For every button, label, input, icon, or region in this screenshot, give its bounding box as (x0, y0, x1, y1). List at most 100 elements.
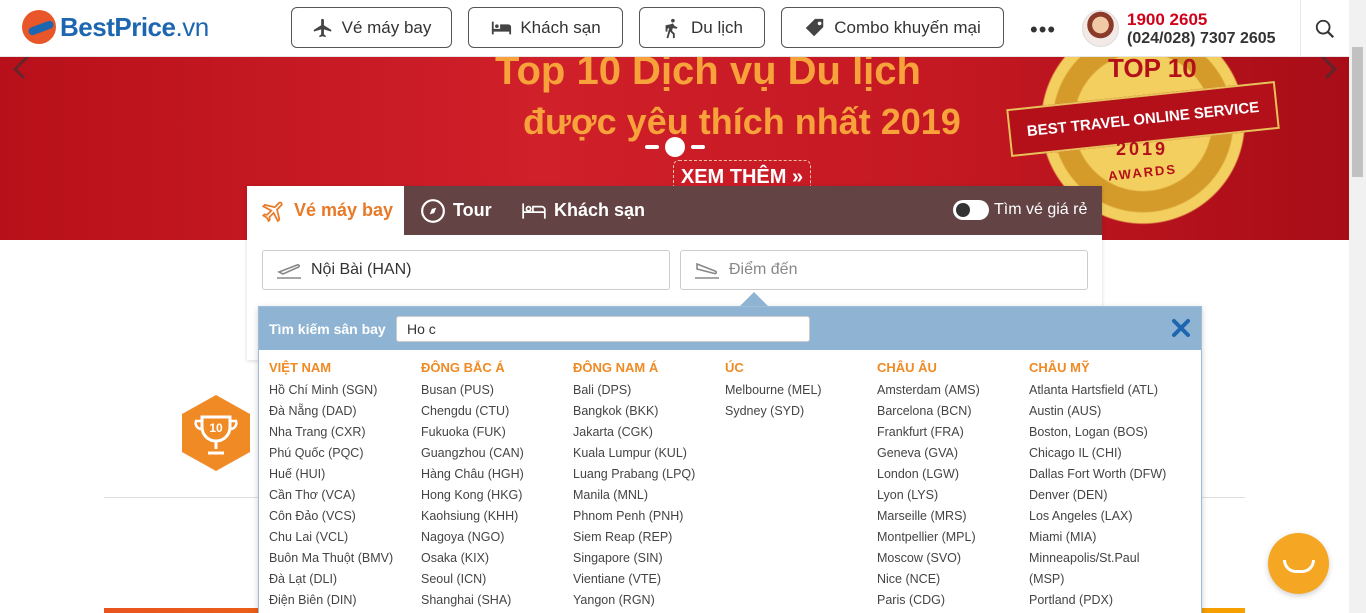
airport-option[interactable]: Minneapolis/St.Paul (1029, 550, 1179, 571)
airport-option[interactable]: Nha Trang (CXR) (269, 424, 419, 445)
carousel-dot[interactable] (691, 145, 705, 149)
bed-icon (522, 202, 546, 219)
airport-option[interactable]: Singapore (SIN) (573, 550, 723, 571)
airport-option[interactable]: (MSP) (1029, 571, 1179, 592)
airport-option[interactable]: Geneva (GVA) (877, 445, 1027, 466)
airport-option[interactable]: Chu Lai (VCL) (269, 529, 419, 550)
origin-field[interactable]: Nội Bài (HAN) (262, 250, 670, 290)
airport-option[interactable]: Phú Quốc (PQC) (269, 445, 419, 466)
airport-option[interactable]: Phnom Penh (PNH) (573, 508, 723, 529)
logo[interactable]: BestPrice.vn (22, 10, 209, 44)
airport-option[interactable]: Fukuoka (FUK) (421, 424, 571, 445)
airport-option[interactable]: Buôn Ma Thuột (BMV) (269, 550, 419, 571)
header-search-button[interactable] (1300, 0, 1349, 57)
airport-option[interactable]: Hàng Châu (HGH) (421, 466, 571, 487)
chat-button[interactable] (1268, 533, 1329, 594)
tab-hotel[interactable]: Khách sạn (521, 186, 645, 235)
airport-option[interactable]: Dallas Fort Worth (DFW) (1029, 466, 1179, 487)
airport-option[interactable]: Los Angeles (LAX) (1029, 508, 1179, 529)
airport-option[interactable]: Busan (PUS) (421, 382, 571, 403)
airport-option[interactable]: Siem Reap (REP) (573, 529, 723, 550)
carousel-dot[interactable] (645, 145, 659, 149)
compass-icon (421, 198, 445, 223)
airport-option[interactable]: Seoul (ICN) (421, 571, 571, 592)
airport-search-label: Tìm kiếm sân bay (269, 321, 386, 337)
airport-option[interactable]: Atlanta Hartsfield (ATL) (1029, 382, 1179, 403)
airport-option[interactable]: Bali (DPS) (573, 382, 723, 403)
airport-option[interactable]: Đà Nẵng (DAD) (269, 403, 419, 424)
airport-option[interactable]: Bangkok (BKK) (573, 403, 723, 424)
tab-tour[interactable]: Tour (420, 186, 492, 235)
airport-option[interactable]: Osaka (KIX) (421, 550, 571, 571)
airport-option[interactable]: Paris (CDG) (877, 592, 1027, 613)
airport-option[interactable]: Jakarta (CGK) (573, 424, 723, 445)
airport-option[interactable]: Austin (AUS) (1029, 403, 1179, 424)
nav-label: Khách sạn (520, 17, 601, 37)
airport-option[interactable]: Nice (NCE) (877, 571, 1027, 592)
carousel-dot-active[interactable] (665, 137, 685, 157)
cheap-fare-toggle[interactable] (953, 200, 989, 220)
airport-option[interactable]: Hong Kong (HKG) (421, 487, 571, 508)
bed-icon (492, 21, 512, 34)
nav-flights-button[interactable]: Vé máy bay (291, 7, 452, 48)
airport-option[interactable]: Lyon (LYS) (877, 487, 1027, 508)
airport-option[interactable]: Kuala Lumpur (KUL) (573, 445, 723, 466)
tab-label: Khách sạn (554, 200, 646, 220)
airport-option[interactable]: Vientiane (VTE) (573, 571, 723, 592)
nav-label: Du lịch (691, 17, 743, 37)
airport-option[interactable]: Điện Biên (DIN) (269, 592, 419, 613)
airplane-icon (313, 18, 331, 37)
hotline-secondary[interactable]: (024/028) 7307 2605 (1127, 30, 1276, 48)
airport-option[interactable]: Boston, Logan (BOS) (1029, 424, 1179, 445)
svg-text:10: 10 (209, 421, 223, 435)
airport-option[interactable]: London (LGW) (877, 466, 1027, 487)
airport-option[interactable]: Cần Thơ (VCA) (269, 487, 419, 508)
airport-option[interactable]: Marseille (MRS) (877, 508, 1027, 529)
hotline-primary[interactable]: 1900 2605 (1127, 10, 1207, 30)
more-menu-button[interactable]: ••• (1030, 17, 1056, 43)
nav-travel-button[interactable]: Du lịch (639, 7, 765, 48)
airport-option[interactable]: Manila (MNL) (573, 487, 723, 508)
logo-suffix: .vn (175, 11, 209, 42)
scrollbar-thumb[interactable] (1352, 47, 1363, 177)
airport-option[interactable]: Chengdu (CTU) (421, 403, 571, 424)
airport-option[interactable]: Yangon (RGN) (573, 592, 723, 613)
tab-flights[interactable]: Vé máy bay (247, 186, 404, 235)
nav-hotels-button[interactable]: Khách sạn (468, 7, 623, 48)
airport-option[interactable]: Amsterdam (AMS) (877, 382, 1027, 403)
airport-option[interactable]: Đà Lạt (DLI) (269, 571, 419, 592)
airport-option[interactable]: Hồ Chí Minh (SGN) (269, 382, 419, 403)
airport-option[interactable]: Kaohsiung (KHH) (421, 508, 571, 529)
region-heading: ĐÔNG BẮC Á (421, 360, 505, 375)
airport-option[interactable]: Melbourne (MEL) (725, 382, 875, 403)
airport-option[interactable]: Guangzhou (CAN) (421, 445, 571, 466)
airport-option[interactable]: Frankfurt (FRA) (877, 424, 1027, 445)
airport-option[interactable]: Huế (HUI) (269, 466, 419, 487)
airport-option[interactable]: Montpellier (MPL) (877, 529, 1027, 550)
airport-option[interactable]: Chicago IL (CHI) (1029, 445, 1179, 466)
banner-prev-icon[interactable] (12, 57, 38, 80)
airport-option[interactable]: Luang Prabang (LPQ) (573, 466, 723, 487)
airport-option[interactable]: Portland (PDX) (1029, 592, 1179, 613)
airport-option[interactable]: Nagoya (NGO) (421, 529, 571, 550)
airport-dropdown-header: Tìm kiếm sân bay Ho c (259, 307, 1201, 350)
airport-option[interactable]: Denver (DEN) (1029, 487, 1179, 508)
airport-option[interactable]: Shanghai (SHA) (421, 592, 571, 613)
takeoff-icon (277, 264, 301, 279)
airport-option[interactable]: Côn Đảo (VCS) (269, 508, 419, 529)
support-agent-avatar (1082, 10, 1119, 47)
airport-option[interactable]: Moscow (SVO) (877, 550, 1027, 571)
airport-option[interactable]: Sydney (SYD) (725, 403, 875, 424)
nav-label: Vé máy bay (341, 17, 432, 37)
destination-field[interactable]: Điểm đến (680, 250, 1088, 290)
destination-placeholder: Điểm đến (729, 261, 798, 278)
airport-option[interactable]: Miami (MIA) (1029, 529, 1179, 550)
region-heading: CHÂU ÂU (877, 360, 937, 375)
page-scrollbar[interactable] (1349, 0, 1366, 613)
close-icon[interactable] (1171, 318, 1191, 338)
airport-option[interactable]: Barcelona (BCN) (877, 403, 1027, 424)
airport-search-input[interactable]: Ho c (396, 316, 810, 342)
search-tabs: Vé máy bay Tour Khách sạn Tìm vé giá rẻ (247, 186, 1102, 235)
nav-combo-button[interactable]: Combo khuyến mại (781, 7, 1004, 48)
airplane-icon (261, 201, 283, 222)
